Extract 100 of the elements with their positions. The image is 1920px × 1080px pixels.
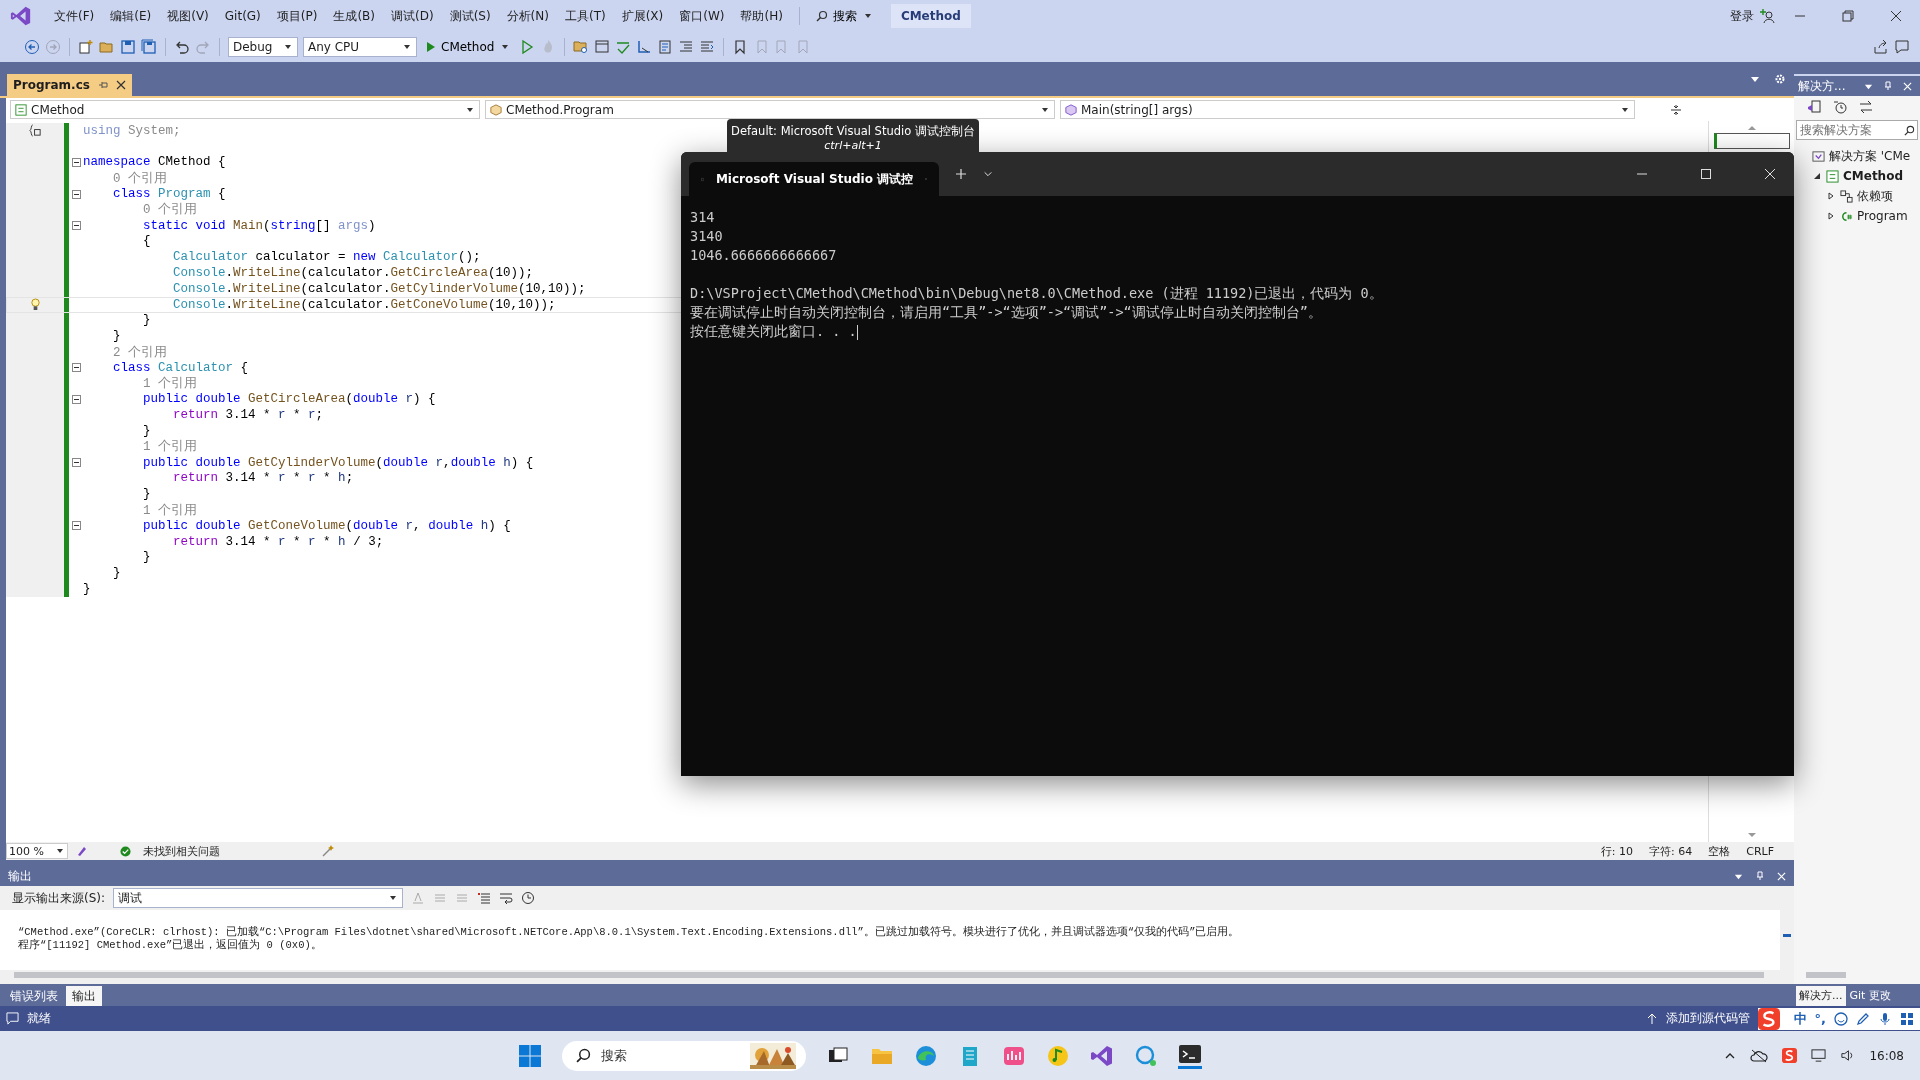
- music-note-icon[interactable]: [1046, 1043, 1071, 1068]
- close-icon[interactable]: [1890, 10, 1902, 22]
- switch-views-icon[interactable]: [1806, 99, 1822, 115]
- menu-item[interactable]: 帮助(H): [732, 7, 791, 25]
- split-icon[interactable]: [1670, 103, 1682, 116]
- microphone-icon[interactable]: [1878, 1011, 1892, 1026]
- tree-item[interactable]: CMethod: [1843, 169, 1903, 183]
- new-tab-icon[interactable]: [955, 168, 967, 180]
- wand-icon[interactable]: [322, 845, 334, 857]
- close-icon[interactable]: [115, 80, 126, 90]
- reference-count[interactable]: 0 个引用: [83, 201, 197, 219]
- document-tab[interactable]: Program.cs: [7, 74, 132, 96]
- restore-icon[interactable]: [1842, 10, 1854, 22]
- project-dropdown[interactable]: CMethod: [10, 100, 480, 119]
- outdent-icon[interactable]: [699, 39, 716, 55]
- panel-tab[interactable]: 输出: [66, 986, 102, 1006]
- sogou-logo-icon[interactable]: [1757, 1007, 1780, 1030]
- menu-item[interactable]: 文件(F): [46, 7, 103, 25]
- save-icon[interactable]: [120, 39, 136, 55]
- pin-icon[interactable]: [97, 80, 108, 90]
- scroll-thumb[interactable]: [1714, 133, 1790, 149]
- collapsed-arrow-icon[interactable]: [1827, 212, 1835, 220]
- play-icon[interactable]: [426, 41, 436, 53]
- menu-item[interactable]: 视图(V): [159, 7, 217, 25]
- add-user-icon[interactable]: [1760, 8, 1776, 24]
- monitor-icon[interactable]: [1811, 1048, 1827, 1063]
- collapse-icon[interactable]: [71, 521, 81, 531]
- ime-mode[interactable]: °,: [1814, 1011, 1826, 1026]
- search-icon[interactable]: [1904, 124, 1915, 136]
- zoom-dropdown[interactable]: 100 %: [6, 843, 68, 859]
- menu-item[interactable]: 分析(N): [498, 7, 557, 25]
- grid-icon[interactable]: [1900, 1011, 1914, 1026]
- tree-item[interactable]: Program: [1857, 209, 1908, 223]
- collapsed-arrow-icon[interactable]: [1827, 192, 1835, 200]
- whitespace-mode[interactable]: 空格: [1704, 843, 1735, 859]
- collapse-icon[interactable]: [71, 189, 81, 199]
- menu-item[interactable]: 工具(T): [556, 7, 614, 25]
- menu-item[interactable]: Git(G): [216, 9, 269, 23]
- settings-icon[interactable]: [1774, 73, 1786, 85]
- menu-item[interactable]: 扩展(X): [613, 7, 672, 25]
- collapse-icon[interactable]: [71, 394, 81, 404]
- document-icon[interactable]: [657, 39, 674, 55]
- visual-studio-icon[interactable]: [1090, 1043, 1115, 1068]
- menu-item[interactable]: 生成(B): [325, 7, 383, 25]
- cursor-icon[interactable]: [636, 39, 653, 55]
- class-dropdown[interactable]: CMethod.Program: [485, 100, 1055, 119]
- collapse-icon[interactable]: [71, 458, 81, 468]
- menu-item[interactable]: 调试(D): [383, 7, 442, 25]
- line-ending[interactable]: CRLF: [1742, 844, 1778, 858]
- share-icon[interactable]: [1873, 39, 1889, 55]
- issues-status[interactable]: 未找到相关问题: [139, 843, 224, 859]
- character-position[interactable]: 字符: 64: [1645, 843, 1697, 859]
- clear-all-icon[interactable]: [477, 891, 492, 905]
- reference-count[interactable]: 0 个引用: [83, 169, 167, 187]
- platform-dropdown[interactable]: Any CPU: [303, 37, 417, 57]
- menu-item[interactable]: 窗口(W): [671, 7, 733, 25]
- back-icon[interactable]: [24, 39, 40, 55]
- collapse-icon[interactable]: [71, 158, 81, 167]
- dropdown-icon[interactable]: [1750, 74, 1760, 84]
- scroll-up-icon[interactable]: [1747, 125, 1757, 131]
- tree-item[interactable]: 依赖项: [1857, 187, 1893, 205]
- collapse-icon[interactable]: [71, 363, 81, 373]
- feedback-icon[interactable]: [1894, 39, 1910, 55]
- sign-in-link[interactable]: 登录: [1730, 7, 1754, 25]
- search-field[interactable]: 搜索解决方案: [1796, 120, 1918, 140]
- scroll-down-icon[interactable]: [1747, 832, 1757, 838]
- undo-icon[interactable]: [174, 39, 190, 55]
- history-icon[interactable]: [1832, 99, 1848, 115]
- input-method-toolbar[interactable]: 中 °,: [1757, 1007, 1920, 1030]
- member-dropdown[interactable]: Main(string[] args): [1060, 100, 1635, 119]
- window-layout-icon[interactable]: [594, 39, 611, 55]
- terminal-icon[interactable]: [1178, 1042, 1203, 1069]
- maximize-icon[interactable]: [1700, 168, 1712, 180]
- start-button[interactable]: CMethod: [422, 38, 515, 56]
- menu-item[interactable]: 编辑(E): [102, 7, 160, 25]
- search-button[interactable]: 搜索: [807, 5, 881, 27]
- menu-item[interactable]: 项目(P): [268, 7, 326, 25]
- scrollbar[interactable]: [0, 970, 1794, 984]
- browser-icon[interactable]: [914, 1043, 939, 1068]
- brush-icon[interactable]: [76, 845, 88, 857]
- word-wrap-icon[interactable]: [499, 891, 514, 905]
- menu-item[interactable]: 测试(S): [441, 7, 499, 25]
- clock-icon[interactable]: [521, 891, 536, 905]
- pen-icon[interactable]: [1856, 1011, 1870, 1026]
- configuration-dropdown[interactable]: Debug: [228, 37, 298, 57]
- chat-bubble-icon[interactable]: [1134, 1043, 1159, 1068]
- expanded-arrow-icon[interactable]: [1813, 172, 1821, 180]
- folder-search-icon[interactable]: [573, 39, 590, 55]
- ime-mode[interactable]: 中: [1793, 1009, 1807, 1028]
- sync-icon[interactable]: [1858, 99, 1874, 115]
- collapse-icon[interactable]: [71, 221, 81, 231]
- search-icon[interactable]: [576, 1048, 592, 1063]
- tree-item[interactable]: 解决方案 'CMe: [1829, 147, 1911, 165]
- cloud-icon[interactable]: [1750, 1048, 1769, 1063]
- message-icon[interactable]: [6, 1012, 19, 1025]
- clock-time[interactable]: 16:08: [1869, 1048, 1904, 1063]
- line-number[interactable]: 行: 10: [1596, 843, 1637, 859]
- panel-tab[interactable]: 错误列表: [4, 986, 64, 1006]
- add-to-source-control[interactable]: 添加到源代码管: [1665, 1010, 1750, 1027]
- output-source-dropdown[interactable]: 调试: [113, 888, 404, 908]
